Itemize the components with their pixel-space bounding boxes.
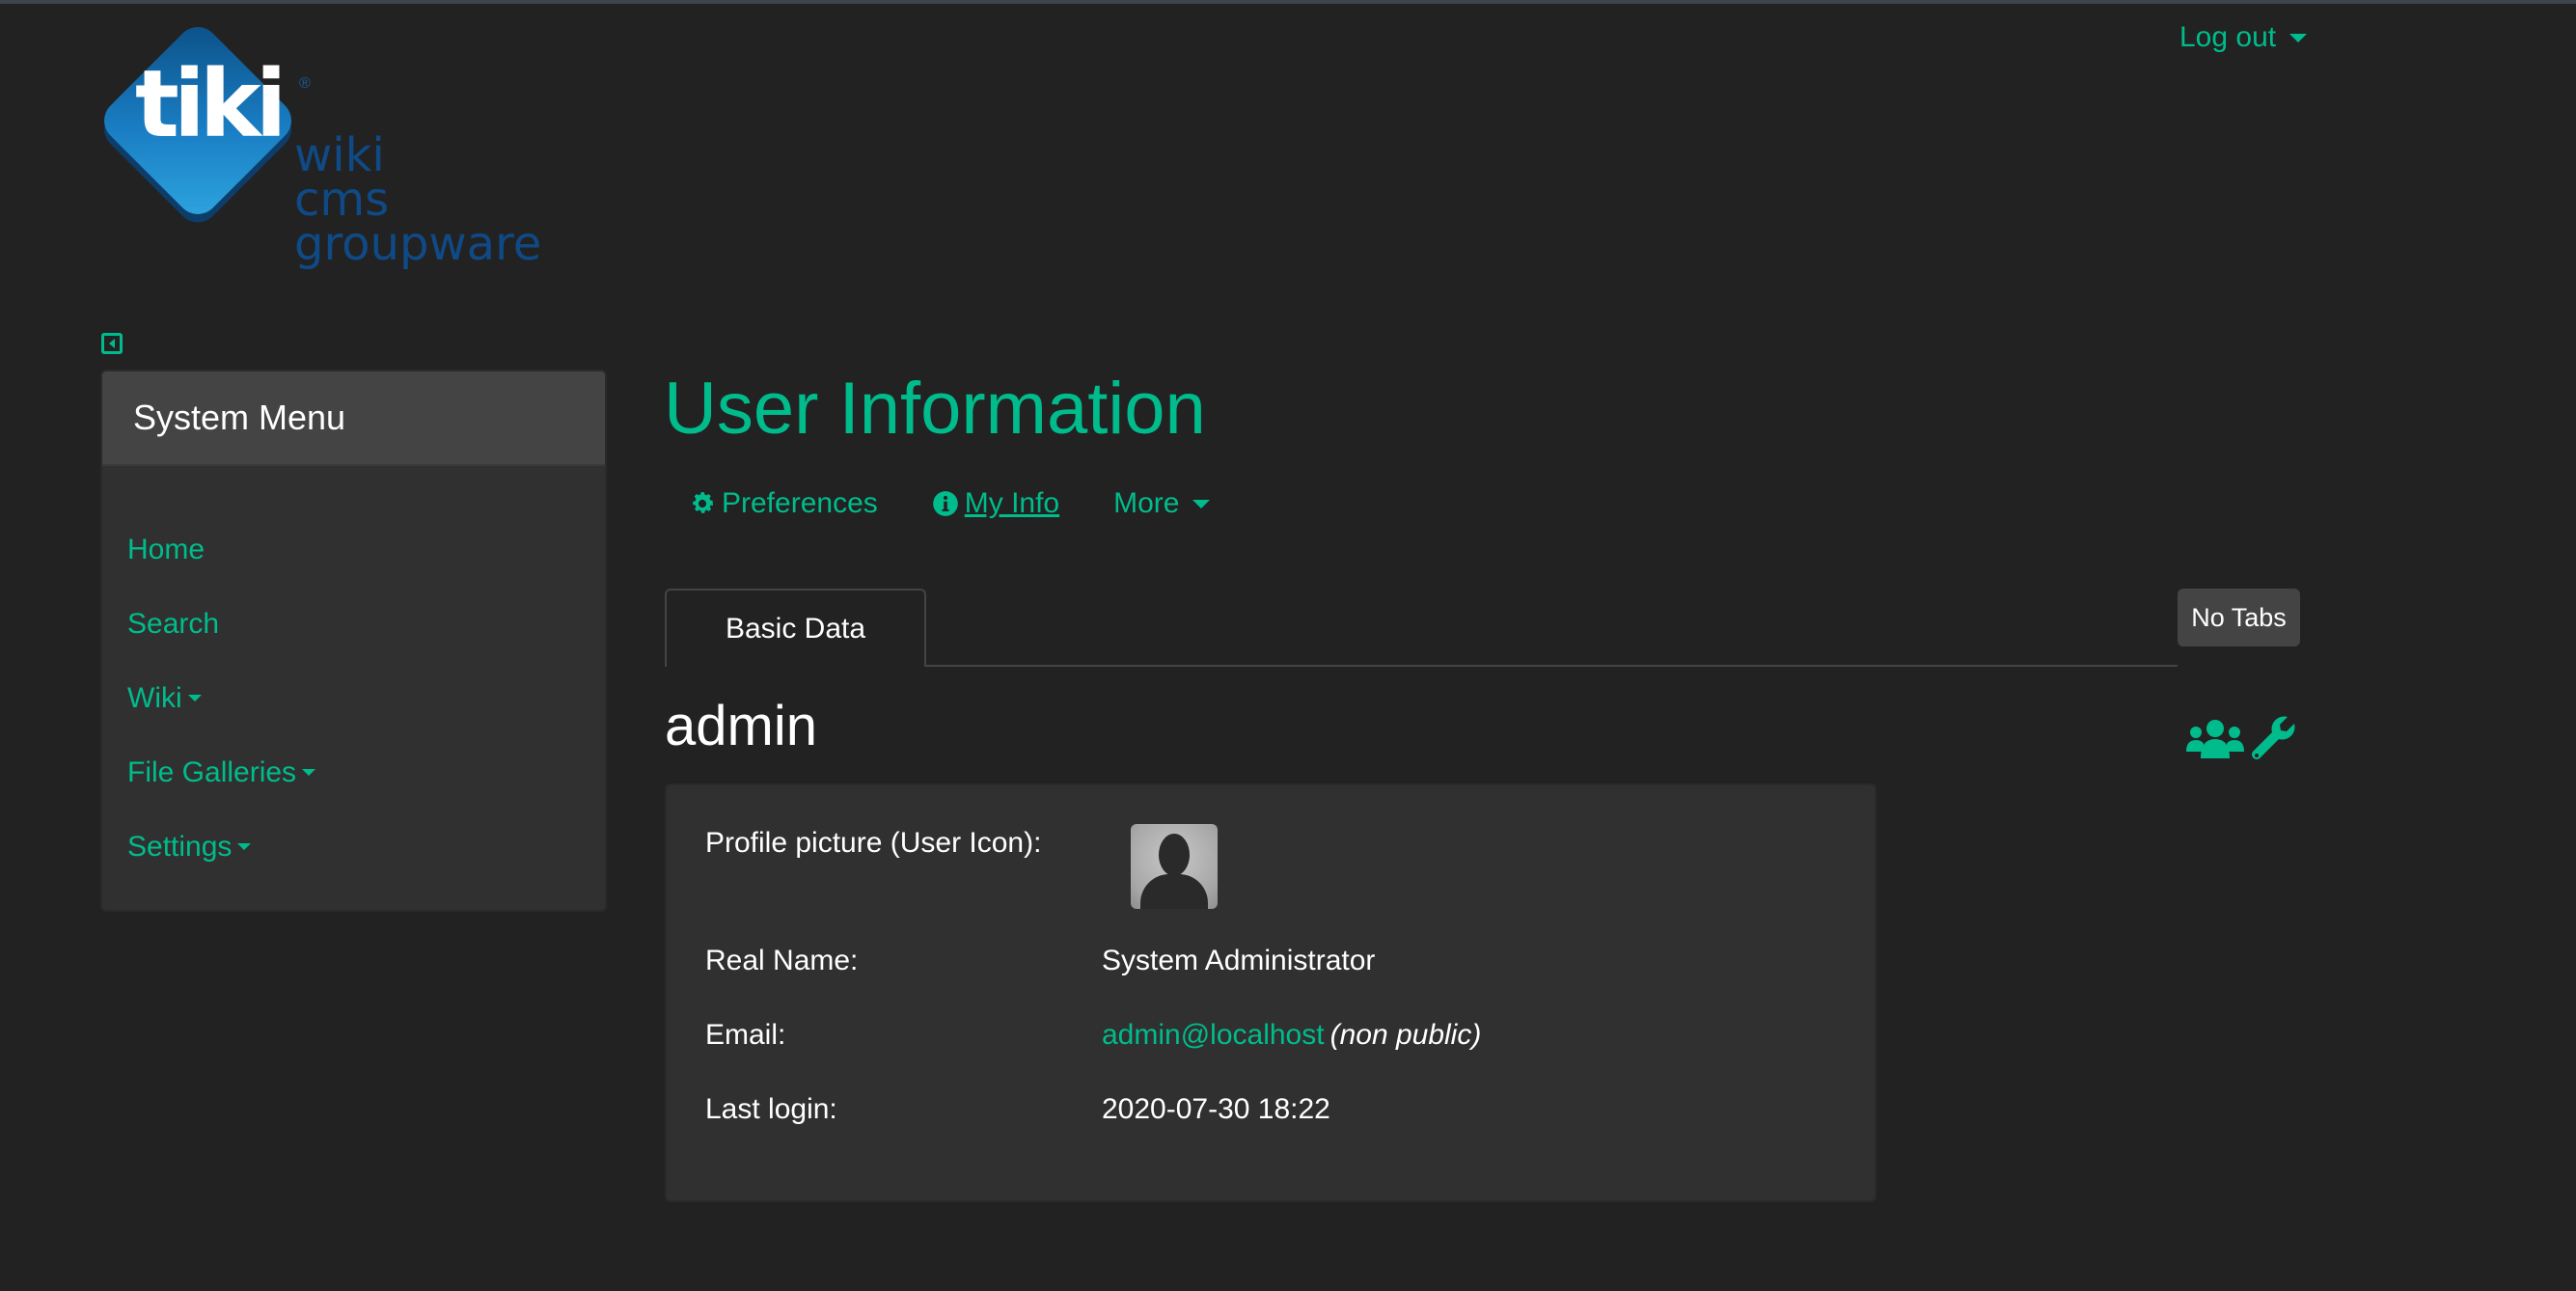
nav-more-label: More	[1113, 487, 1180, 519]
user-nav: Preferences My Info More	[689, 487, 1264, 520]
system-menu-list: Home Search Wiki File Galleries Settings	[102, 466, 605, 884]
logo-tagline-line: wiki	[294, 128, 385, 182]
page-title: User Information	[664, 368, 1206, 450]
field-label: Real Name:	[705, 945, 859, 976]
user-info-panel: Profile picture (User Icon): Real Name: …	[665, 783, 1877, 1202]
email-link[interactable]: admin@localhost	[1102, 1019, 1325, 1052]
logo-tagline-line: groupware	[294, 217, 542, 271]
sidebar-toggle-button[interactable]	[101, 333, 123, 354]
tab-basic-data[interactable]: Basic Data	[665, 589, 926, 667]
field-label: Last login:	[705, 1093, 837, 1125]
nav-more-dropdown[interactable]: More	[1113, 487, 1211, 520]
sidebar-item-home[interactable]: Home	[102, 512, 605, 587]
site-logo[interactable]: tiki ® wiki cms groupware	[95, 17, 579, 280]
field-last-login: Last login: 2020-07-30 18:22	[705, 1093, 1330, 1126]
field-value: 2020-07-30 18:22	[1102, 1093, 1330, 1125]
nav-preferences[interactable]: Preferences	[689, 487, 878, 520]
avatar	[1131, 824, 1218, 909]
nav-preferences-label: Preferences	[722, 487, 878, 519]
caret-down-icon	[1192, 499, 1211, 508]
field-real-name: Real Name: System Administrator	[705, 945, 1375, 977]
wrench-icon[interactable]	[2249, 714, 2297, 762]
gear-icon	[693, 492, 713, 513]
email-visibility-note: (non public)	[1329, 1019, 1482, 1051]
caret-down-icon	[237, 843, 252, 850]
avatar-body	[1140, 874, 1208, 909]
nav-my-info[interactable]: My Info	[932, 487, 1059, 520]
field-label: Email:	[705, 1019, 786, 1051]
no-tabs-button[interactable]: No Tabs	[2178, 589, 2300, 646]
field-label: Profile picture (User Icon):	[705, 827, 1042, 859]
sidebar-item-label: Home	[127, 533, 206, 565]
field-profile-picture: Profile picture (User Icon):	[705, 827, 1102, 860]
browser-top-strip	[0, 0, 2576, 4]
avatar-head	[1159, 834, 1190, 876]
tab-bar: Basic Data	[665, 589, 2178, 667]
sidebar-item-label: File Galleries	[127, 755, 297, 788]
logout-dropdown[interactable]: Log out	[2179, 21, 2308, 54]
logo-registered-mark: ®	[299, 75, 311, 92]
collapse-left-icon	[109, 339, 115, 348]
caret-down-icon	[2289, 33, 2308, 42]
nav-my-info-label: My Info	[964, 487, 1060, 519]
field-value: System Administrator	[1102, 945, 1376, 976]
sidebar-item-settings[interactable]: Settings	[102, 810, 605, 884]
user-actions	[2185, 714, 2297, 762]
sidebar-item-label: Search	[127, 607, 220, 640]
system-menu-title: System Menu	[102, 371, 605, 466]
sidebar-item-search[interactable]: Search	[102, 587, 605, 661]
logo-tagline-line: cms	[294, 173, 390, 227]
users-icon[interactable]	[2185, 715, 2245, 761]
caret-down-icon	[302, 769, 316, 776]
caret-down-icon	[187, 695, 202, 701]
sidebar-item-label: Settings	[127, 830, 233, 863]
logout-label: Log out	[2179, 21, 2277, 53]
sidebar-item-wiki[interactable]: Wiki	[102, 661, 605, 735]
system-menu: System Menu Home Search Wiki File Galler…	[100, 370, 607, 912]
sidebar-item-label: Wiki	[127, 681, 182, 714]
field-email: Email: admin@localhost (non public)	[705, 1019, 1481, 1052]
info-circle-icon	[932, 491, 958, 516]
logo-tagline: wiki cms groupware	[294, 128, 542, 271]
sidebar-item-file-galleries[interactable]: File Galleries	[102, 735, 605, 810]
username-heading: admin	[665, 695, 817, 757]
logo-brand-text: tiki	[135, 50, 288, 158]
